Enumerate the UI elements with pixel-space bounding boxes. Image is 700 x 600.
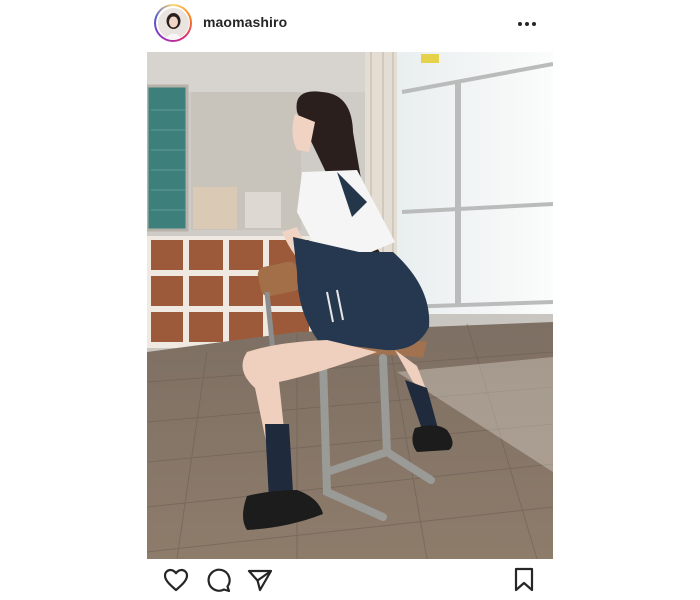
post-actions bbox=[147, 565, 553, 599]
bookmark-icon[interactable] bbox=[509, 565, 539, 595]
post-username[interactable]: maomashiro bbox=[203, 14, 287, 30]
instagram-post: maomashiro bbox=[147, 0, 553, 600]
more-options-icon[interactable] bbox=[515, 14, 539, 34]
post-photo[interactable] bbox=[147, 52, 553, 559]
avatar[interactable] bbox=[154, 4, 192, 42]
heart-icon[interactable] bbox=[161, 565, 191, 595]
post-header: maomashiro bbox=[147, 0, 553, 52]
avatar-image bbox=[157, 7, 189, 39]
paper-plane-icon[interactable] bbox=[245, 565, 275, 595]
comment-bubble-icon[interactable] bbox=[203, 565, 233, 595]
